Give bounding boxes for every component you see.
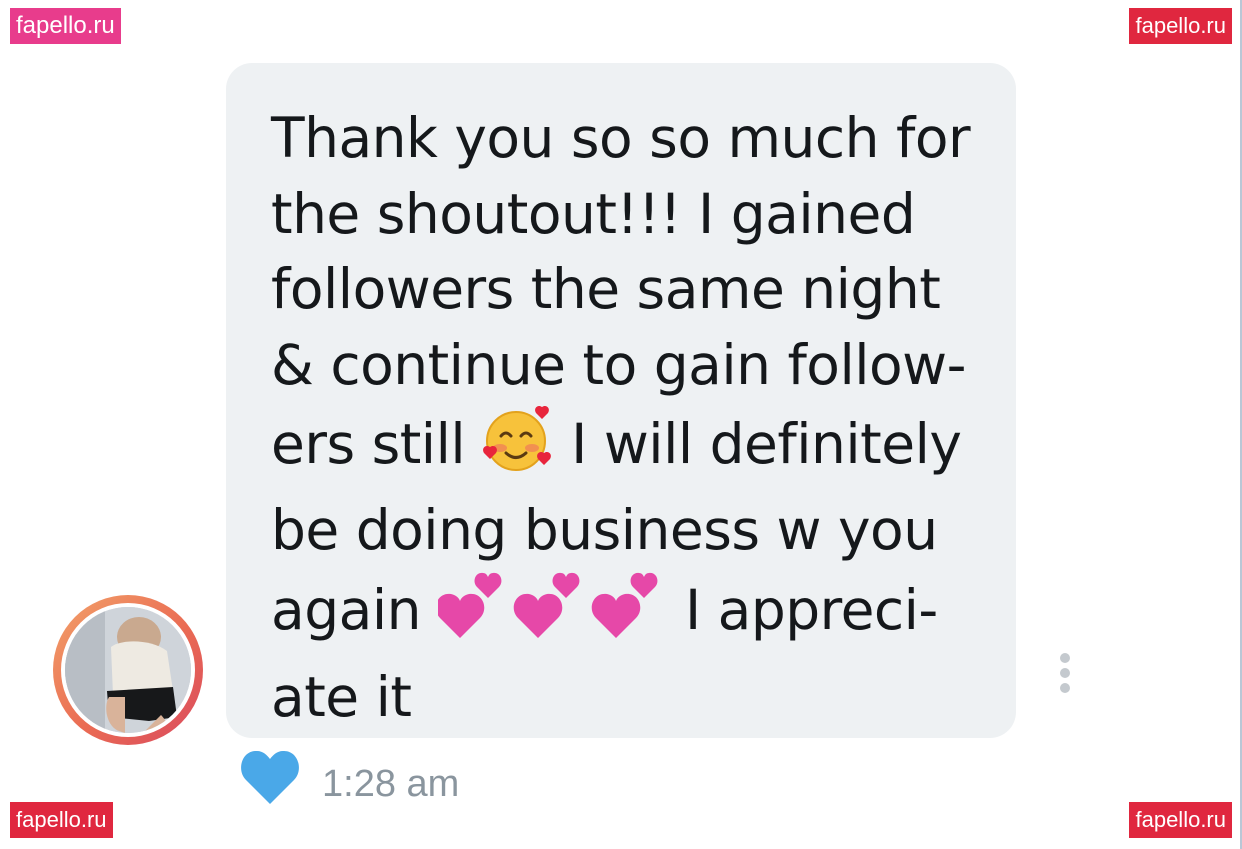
heart-icon[interactable] — [240, 748, 300, 806]
message-bubble[interactable]: Thank you so so much for the shoutout!!!… — [226, 63, 1016, 738]
message-line: & continue to gain follow- — [271, 332, 967, 397]
message-line: Thank you so so much for — [271, 106, 971, 170]
watermark-bottom-right: fapello.ru — [1129, 802, 1232, 838]
message-line: followers the same night — [271, 257, 941, 321]
watermark-top-right: fapello.ru — [1129, 8, 1232, 44]
message-text: Thank you so so much for the shoutout!!!… — [271, 101, 991, 735]
message-line-part: ers still — [271, 411, 466, 476]
user-avatar-photo — [65, 607, 191, 733]
watermark-bottom-left: fapello.ru — [10, 802, 113, 838]
more-vertical-icon[interactable] — [1052, 651, 1078, 697]
message-timestamp: 1:28 am — [322, 763, 460, 805]
message-line: the shoutout!!! I gained — [271, 181, 916, 246]
two-hearts-emoji — [435, 568, 668, 660]
message-line-part: I appreci- — [684, 577, 938, 642]
message-line: ate it — [271, 664, 412, 729]
message-line-part: I will definitely — [571, 411, 962, 476]
message-line: ers still I will definitely — [271, 403, 991, 493]
message-line: be doing business w you — [271, 497, 938, 562]
message-line: again I appreci- — [271, 568, 991, 660]
smiling-face-with-hearts-emoji — [482, 403, 554, 493]
sender-avatar[interactable] — [53, 595, 203, 745]
message-line-part: again — [271, 577, 421, 642]
watermark-top-left: fapello.ru — [10, 8, 121, 44]
avatar-ring-gap — [61, 603, 195, 737]
